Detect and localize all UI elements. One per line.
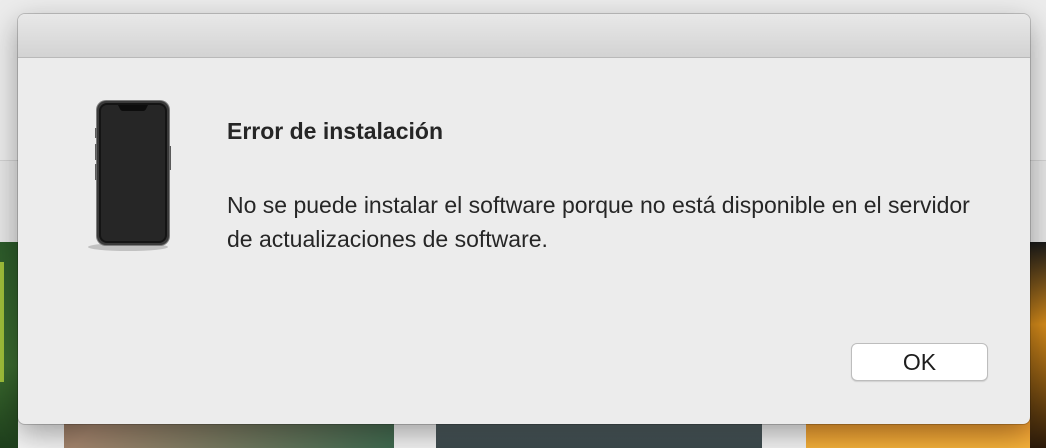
background-thumbnail (0, 242, 18, 448)
dialog-titlebar (18, 14, 1030, 58)
iphone-icon (88, 100, 171, 251)
dialog-body: Error de instalación No se puede instala… (18, 58, 1030, 424)
background-thumbnail (1030, 242, 1046, 448)
dialog-message: No se puede instalar el software porque … (227, 192, 970, 252)
alert-dialog: Error de instalación No se puede instala… (18, 14, 1030, 424)
dialog-title: Error de instalación (227, 118, 444, 144)
ok-button[interactable]: OK (851, 343, 988, 381)
